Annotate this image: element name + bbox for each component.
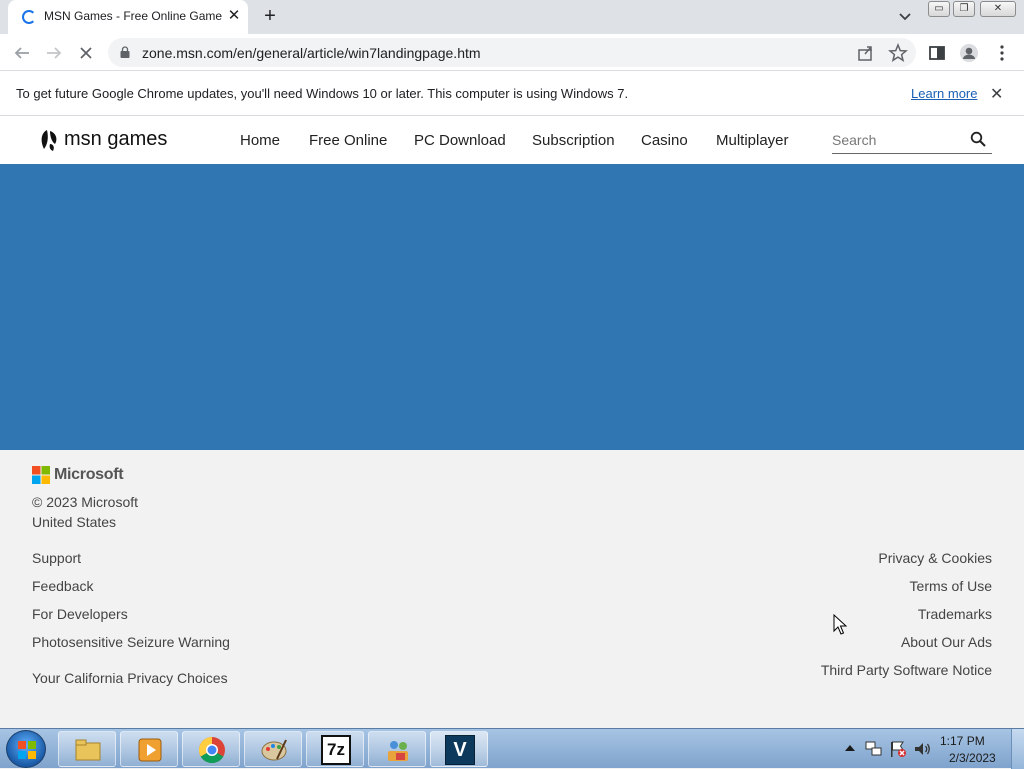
taskbar-7zip[interactable]: 7z: [306, 731, 364, 767]
7zip-icon: 7z: [321, 735, 351, 765]
action-center-flag-icon[interactable]: [888, 739, 908, 759]
share-icon[interactable]: [855, 42, 877, 64]
taskbar-network-users[interactable]: [368, 731, 426, 767]
nav-home[interactable]: Home: [240, 132, 280, 149]
nav-free-online[interactable]: Free Online: [309, 132, 387, 149]
window-minimize-button[interactable]: ▭: [928, 1, 950, 17]
taskbar-v-app[interactable]: V: [430, 731, 488, 767]
loading-spinner-icon: [22, 10, 36, 24]
search-icon[interactable]: [970, 131, 986, 147]
clock-time[interactable]: 1:17 PM: [940, 734, 985, 748]
footer-link-feedback[interactable]: Feedback: [32, 578, 93, 594]
footer-link-developers[interactable]: For Developers: [32, 606, 128, 622]
window-restore-button[interactable]: ❐: [953, 1, 975, 17]
lock-icon[interactable]: [120, 46, 130, 58]
chrome-update-infobar: To get future Google Chrome updates, you…: [0, 71, 1024, 116]
copyright-text: © 2023 Microsoft: [32, 494, 139, 510]
site-footer: Microsoft © 2023 Microsoft United States…: [0, 450, 1024, 728]
infobar-close-icon[interactable]: ✕: [990, 84, 1003, 104]
forward-arrow-icon[interactable]: [43, 42, 65, 64]
search-box: [832, 126, 992, 154]
tab-search-chevron-icon[interactable]: [896, 8, 914, 26]
footer-link-support[interactable]: Support: [32, 550, 81, 566]
taskbar-chrome[interactable]: [182, 731, 240, 767]
bookmark-star-icon[interactable]: [887, 42, 909, 64]
back-arrow-icon[interactable]: [11, 42, 33, 64]
window-close-button[interactable]: ✕: [980, 1, 1016, 17]
tab-close-icon[interactable]: ✕: [226, 7, 242, 25]
footer-link-terms[interactable]: Terms of Use: [910, 578, 992, 594]
nav-subscription[interactable]: Subscription: [532, 132, 615, 149]
nav-multiplayer[interactable]: Multiplayer: [716, 132, 789, 149]
footer-link-about-ads[interactable]: About Our Ads: [901, 634, 992, 650]
msn-logo-text: msn games: [64, 128, 168, 150]
chrome-icon: [198, 736, 225, 764]
stop-loading-icon[interactable]: [75, 42, 97, 64]
region-text[interactable]: United States: [32, 514, 116, 530]
footer-link-seizure-warning[interactable]: Photosensitive Seizure Warning: [32, 634, 230, 650]
nav-pc-download[interactable]: PC Download: [414, 132, 506, 149]
browser-tab-strip: MSN Games - Free Online Games ✕ + ▭ ❐ ✕: [0, 0, 1024, 34]
mouse-cursor-icon: [833, 614, 847, 635]
footer-link-california-privacy[interactable]: Your California Privacy Choices: [32, 670, 228, 686]
search-input[interactable]: [832, 130, 962, 150]
folder-icon: [75, 739, 101, 761]
taskbar-file-explorer[interactable]: [58, 731, 116, 767]
footer-link-trademarks[interactable]: Trademarks: [918, 606, 992, 622]
v-app-icon: V: [445, 735, 475, 765]
clock-date[interactable]: 2/3/2023: [949, 751, 996, 765]
media-player-icon: [138, 738, 162, 762]
windows-taskbar: 7z V 1:17 PM 2/3/2023: [0, 728, 1024, 769]
chrome-menu-icon[interactable]: [991, 42, 1013, 64]
browser-tab-active[interactable]: MSN Games - Free Online Games ✕: [8, 0, 248, 34]
network-icon[interactable]: [864, 739, 884, 759]
microsoft-squares-icon: [32, 466, 50, 484]
show-hidden-icons-icon[interactable]: [844, 743, 856, 753]
taskbar-paint[interactable]: [244, 731, 302, 767]
show-desktop-button[interactable]: [1011, 729, 1024, 769]
new-tab-button[interactable]: +: [258, 5, 282, 29]
footer-link-privacy-cookies[interactable]: Privacy & Cookies: [878, 550, 992, 566]
address-bar[interactable]: zone.msn.com/en/general/article/win7land…: [108, 38, 916, 67]
msn-games-header: msn games Home Free Online PC Download S…: [0, 116, 1024, 164]
volume-icon[interactable]: [912, 739, 932, 759]
paint-palette-icon: [261, 739, 287, 761]
system-tray: [840, 729, 1024, 769]
hero-banner: [0, 164, 1024, 450]
infobar-message: To get future Google Chrome updates, you…: [16, 86, 629, 101]
nav-casino[interactable]: Casino: [641, 132, 688, 149]
footer-link-third-party[interactable]: Third Party Software Notice: [821, 662, 992, 678]
tab-title: MSN Games - Free Online Games: [44, 9, 222, 23]
start-button[interactable]: [6, 730, 46, 768]
microsoft-logo-text: Microsoft: [54, 466, 124, 483]
msn-butterfly-icon: [41, 130, 57, 151]
browser-toolbar: zone.msn.com/en/general/article/win7land…: [0, 34, 1024, 71]
windows-logo-icon: [18, 741, 36, 759]
learn-more-link[interactable]: Learn more: [911, 86, 977, 101]
side-panel-icon[interactable]: [926, 42, 948, 64]
network-users-icon: [388, 741, 408, 761]
profile-avatar-icon[interactable]: [958, 42, 980, 64]
url-text[interactable]: zone.msn.com/en/general/article/win7land…: [142, 45, 481, 61]
taskbar-media-player[interactable]: [120, 731, 178, 767]
